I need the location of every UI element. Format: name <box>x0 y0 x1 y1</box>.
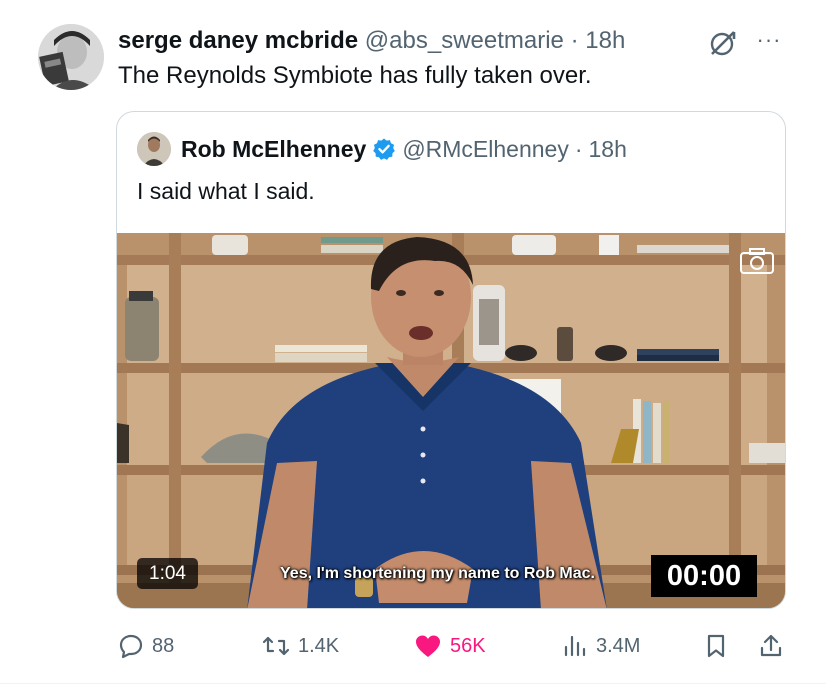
video-timecode: 00:00 <box>651 555 757 597</box>
reply-button[interactable]: 88 <box>118 626 174 666</box>
like-count: 56K <box>450 634 486 657</box>
share-button[interactable] <box>758 626 792 666</box>
quoted-avatar[interactable] <box>137 132 171 166</box>
quoted-text: I said what I said. <box>137 178 315 204</box>
tweet-text: The Reynolds Symbiote has fully taken ov… <box>118 62 592 89</box>
repost-icon <box>262 636 290 656</box>
tweet-header: serge daney mcbride @abs_sweetmarie · 18… <box>118 26 625 56</box>
quoted-meta-separator: · <box>574 136 583 162</box>
bookmark-button[interactable] <box>704 626 736 666</box>
video-duration: 1:04 <box>137 558 198 589</box>
verified-badge-icon <box>372 137 396 161</box>
author-name[interactable]: serge daney mcbride <box>118 27 358 54</box>
bookmark-icon <box>707 634 725 658</box>
reply-icon <box>119 634 143 659</box>
grok-icon[interactable] <box>706 26 740 60</box>
quoted-author-handle[interactable]: @RMcElhenney <box>402 134 569 164</box>
video-frame <box>117 233 785 608</box>
action-bar: 88 1.4K 56K 3.4M <box>0 626 826 666</box>
camera-icon[interactable] <box>739 247 775 275</box>
share-icon <box>760 634 782 657</box>
like-button[interactable]: 56K <box>414 626 486 666</box>
video-player[interactable]: 1:04 Yes, I'm shortening my name to Rob … <box>117 233 785 608</box>
more-options-icon[interactable]: ··· <box>752 28 786 58</box>
reply-count: 88 <box>152 634 175 657</box>
quoted-time[interactable]: 18h <box>589 134 627 164</box>
repost-button[interactable]: 1.4K <box>262 626 339 666</box>
author-handle[interactable]: @abs_sweetmarie <box>365 27 564 54</box>
video-subtitle: Yes, I'm shortening my name to Rob Mac. <box>280 565 595 582</box>
heart-icon <box>416 635 440 657</box>
repost-count: 1.4K <box>298 634 340 657</box>
meta-separator: · <box>570 27 579 54</box>
views-button[interactable]: 3.4M <box>562 626 640 666</box>
avatar[interactable] <box>38 24 104 90</box>
quoted-tweet[interactable]: Rob McElhenney @RMcElhenney · 18h I said… <box>116 111 786 609</box>
quoted-header: Rob McElhenney @RMcElhenney · 18h <box>181 134 627 164</box>
views-count: 3.4M <box>596 634 641 657</box>
quoted-author-name[interactable]: Rob McElhenney <box>181 134 366 164</box>
views-chart-icon <box>564 635 586 657</box>
tweet[interactable]: serge daney mcbride @abs_sweetmarie · 18… <box>0 0 826 684</box>
tweet-time[interactable]: 18h <box>585 27 625 54</box>
